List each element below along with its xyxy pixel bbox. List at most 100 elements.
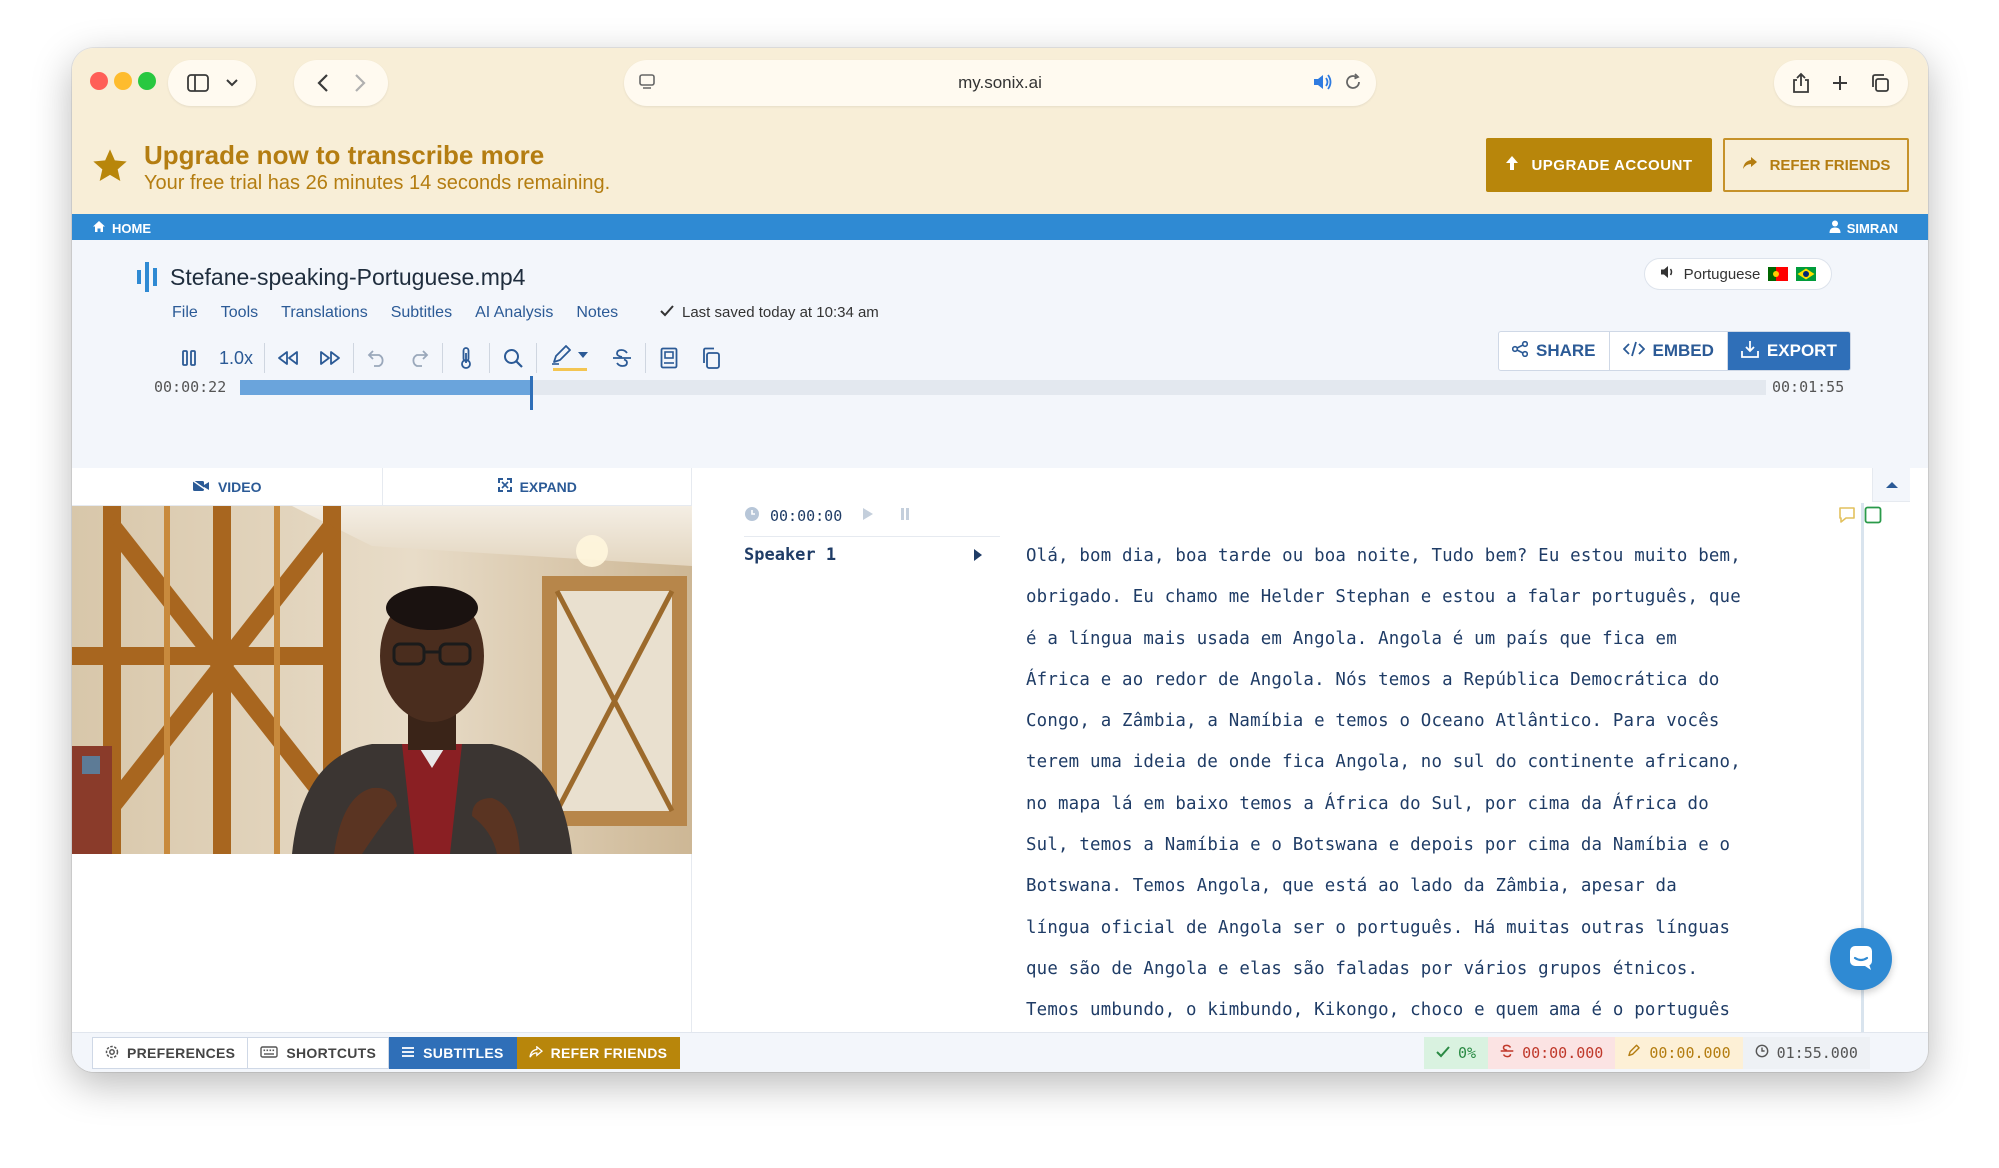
collapse-header-button[interactable] (1872, 468, 1910, 502)
transcript-line[interactable]: que são de Angola e elas são faladas por… (1026, 949, 1836, 990)
transcript-line[interactable]: Temos umbundo, o kimbundo, Kikongo, choc… (1026, 990, 1836, 1031)
fast-forward-button[interactable] (309, 338, 351, 378)
menu-subtitles[interactable]: Subtitles (391, 304, 452, 322)
support-chat-button[interactable] (1830, 928, 1892, 990)
transcript-line[interactable]: terem uma ideia de onde fica Angola, no … (1026, 742, 1836, 783)
transcript-line[interactable]: é a língua mais usada em Angola. Angola … (1026, 619, 1836, 660)
playhead-handle[interactable] (529, 376, 533, 410)
home-icon (92, 220, 106, 236)
chevron-down-icon[interactable] (225, 79, 238, 87)
shortcuts-button[interactable]: SHORTCUTS (248, 1037, 390, 1069)
transcript-line[interactable]: Sul, temos a Namíbia e o Botswana e depo… (1026, 825, 1836, 866)
refer-friends-footer-label: REFER FRIENDS (550, 1045, 668, 1061)
language-selector[interactable]: Portuguese (1644, 258, 1832, 290)
segment-timestamp[interactable]: 00:00:00 (770, 507, 842, 525)
playback-speed-button[interactable]: 1.0x (210, 338, 262, 378)
embed-label: EMBED (1652, 341, 1714, 360)
subtitles-button[interactable]: SUBTITLES (389, 1037, 517, 1069)
comment-icon[interactable] (1838, 506, 1856, 529)
minimize-window-button[interactable] (114, 72, 132, 90)
search-icon[interactable] (492, 338, 534, 378)
editor-header: Stefane-speaking-Portuguese.mp4 File Too… (72, 240, 1928, 468)
new-tab-icon[interactable] (1831, 74, 1849, 92)
history-nav-group (294, 60, 388, 106)
speaker-label[interactable]: Speaker 1 (744, 545, 836, 565)
menu-ai-analysis[interactable]: AI Analysis (475, 304, 553, 322)
checkmark-icon (660, 304, 674, 321)
transcript-line[interactable]: África e ao redor de Angola. Nós temos a… (1026, 660, 1836, 701)
sidebar-toggle-group[interactable] (168, 60, 256, 106)
undo-button[interactable] (356, 338, 398, 378)
segment-pause-icon[interactable] (900, 507, 910, 525)
transcript-line[interactable]: no mapa lá em baixo temos a África do Su… (1026, 784, 1836, 825)
keyboard-icon (260, 1045, 279, 1061)
home-link[interactable]: HOME (92, 220, 151, 236)
share-button[interactable]: SHARE (1499, 332, 1610, 370)
audio-playing-icon[interactable] (1312, 73, 1334, 91)
checkbox-icon[interactable] (1864, 506, 1882, 529)
banner-title: Upgrade now to transcribe more (144, 140, 545, 170)
dictionary-icon[interactable] (648, 338, 690, 378)
star-icon (90, 146, 130, 191)
footer-buttons: PREFERENCES SHORTCUTS SUBTITLES REFER FR… (92, 1037, 681, 1069)
thermometer-icon[interactable] (445, 338, 487, 378)
back-icon[interactable] (316, 73, 329, 93)
embed-button[interactable]: EMBED (1610, 332, 1728, 370)
playback-progress-bar[interactable] (240, 376, 1766, 410)
app-nav-bar: HOME SIMRAN (72, 214, 1928, 240)
highlighter-dropdown-button[interactable] (539, 338, 601, 378)
speaker-play-icon[interactable] (972, 547, 984, 568)
refer-friends-footer-button[interactable]: REFER FRIENDS (516, 1037, 681, 1069)
segment-play-icon[interactable] (862, 507, 874, 525)
transcript-line[interactable]: Botswana. Temos Angola, que está ao lado… (1026, 866, 1836, 907)
reload-icon[interactable] (1344, 73, 1362, 91)
tab-video[interactable]: VIDEO (72, 468, 382, 505)
upgrade-account-button[interactable]: UPGRADE ACCOUNT (1486, 138, 1712, 192)
preferences-button[interactable]: PREFERENCES (92, 1037, 249, 1069)
transcript-line[interactable]: Congo, a Zâmbia, a Namíbia e temos o Oce… (1026, 701, 1836, 742)
clock-icon (1755, 1044, 1769, 1062)
current-time: 00:00:22 (154, 378, 227, 396)
pause-button[interactable] (168, 338, 210, 378)
transcript-line[interactable]: obrigado. Eu chamo me Helder Stephan e e… (1026, 577, 1836, 618)
refer-friends-banner-button[interactable]: REFER FRIENDS (1723, 138, 1909, 192)
menu-file[interactable]: File (172, 304, 198, 322)
highlight-time: 00:00.000 (1649, 1044, 1731, 1062)
export-button[interactable]: EXPORT (1727, 332, 1850, 370)
strikethrough-button[interactable] (601, 338, 643, 378)
segment-time-row: 00:00:00 (744, 506, 910, 526)
menu-tools[interactable]: Tools (221, 304, 258, 322)
playback-toolbar: 1.0x (168, 338, 732, 378)
upgrade-account-label: UPGRADE ACCOUNT (1531, 156, 1693, 174)
rewind-button[interactable] (267, 338, 309, 378)
strikethrough-stat: 00:00.000 (1488, 1037, 1616, 1069)
zoom-window-button[interactable] (138, 72, 156, 90)
audio-waveform-icon (136, 260, 160, 299)
redo-button[interactable] (398, 338, 440, 378)
menu-translations[interactable]: Translations (281, 304, 368, 322)
video-camera-icon (191, 478, 210, 495)
close-window-button[interactable] (90, 72, 108, 90)
toolbar-divider (645, 343, 646, 373)
file-name[interactable]: Stefane-speaking-Portuguese.mp4 (170, 264, 525, 291)
forward-icon[interactable] (354, 73, 366, 93)
video-panel: VIDEO EXPAND (72, 468, 692, 1072)
user-menu[interactable]: SIMRAN (1829, 220, 1898, 236)
tab-overview-icon[interactable] (1870, 73, 1890, 93)
address-bar[interactable]: my.sonix.ai (624, 60, 1376, 106)
highlighter-icon (1627, 1044, 1641, 1062)
sidebar-icon[interactable] (186, 74, 209, 92)
copy-icon[interactable] (690, 338, 732, 378)
transcript-text[interactable]: Olá, bom dia, boa tarde ou boa noite, Tu… (1026, 536, 1836, 1032)
menu-notes[interactable]: Notes (576, 304, 618, 322)
share-page-icon[interactable] (1792, 72, 1810, 94)
video-player[interactable] (72, 506, 692, 854)
preferences-label: PREFERENCES (127, 1045, 236, 1061)
user-icon (1829, 220, 1841, 236)
transcript-line[interactable]: Olá, bom dia, boa tarde ou boa noite, Tu… (1026, 536, 1836, 577)
share-nodes-icon (1511, 340, 1529, 362)
tab-expand[interactable]: EXPAND (381, 468, 693, 505)
shortcuts-label: SHORTCUTS (286, 1045, 377, 1061)
transcript-line[interactable]: língua oficial de Angola ser o português… (1026, 908, 1836, 949)
share-arrow-icon (528, 1045, 543, 1061)
